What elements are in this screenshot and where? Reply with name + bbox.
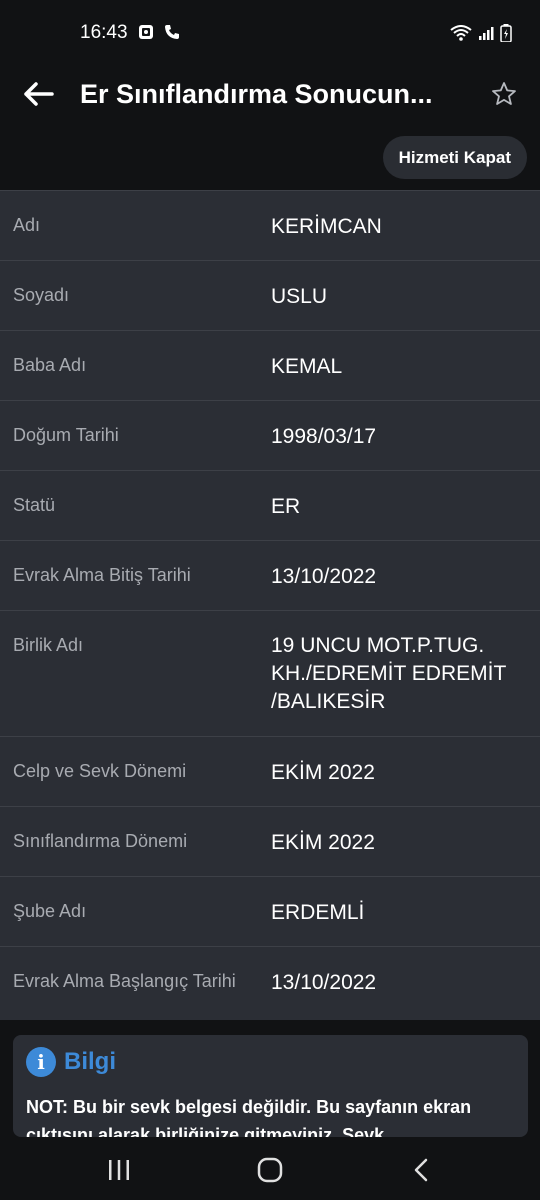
app-bar: Er Sınıflandırma Sonucun... <box>0 66 540 126</box>
info-value: KERİMCAN <box>271 215 382 238</box>
info-icon: i <box>26 1047 56 1077</box>
info-label: Adı <box>13 215 41 235</box>
info-value: 13/10/2022 <box>271 565 377 588</box>
info-value: 19 UNCU MOT.P.TUG. KH./EDREMİT EDREMİT /… <box>271 634 506 713</box>
home-icon <box>257 1157 283 1183</box>
info-row-status: Statü ER <box>0 471 540 541</box>
info-row-document-end-date: Evrak Alma Bitiş Tarihi 13/10/2022 <box>0 541 540 611</box>
info-label: Statü <box>13 495 56 515</box>
info-label: Evrak Alma Bitiş Tarihi <box>13 565 191 585</box>
action-row: Hizmeti Kapat <box>0 126 540 190</box>
info-row-birth-date: Doğum Tarihi 1998/03/17 <box>0 401 540 471</box>
info-value: USLU <box>271 285 328 308</box>
chevron-left-icon <box>414 1158 428 1182</box>
wifi-icon <box>450 25 472 46</box>
info-label: Doğum Tarihi <box>13 425 119 445</box>
arrow-left-icon <box>24 82 54 106</box>
info-row-name: Adı KERİMCAN <box>0 191 540 261</box>
phone-icon <box>164 24 180 45</box>
close-service-button[interactable]: Hizmeti Kapat <box>382 136 527 179</box>
info-value: 1998/03/17 <box>271 425 377 448</box>
info-row-father-name: Baba Adı KEMAL <box>0 331 540 401</box>
info-card-title: Bilgi <box>64 1048 116 1075</box>
page-title: Er Sınıflandırma Sonucun... <box>80 79 433 109</box>
info-card: i Bilgi NOT: Bu bir sevk belgesi değildi… <box>13 1035 528 1137</box>
info-label: Birlik Adı <box>13 635 84 655</box>
info-value: ER <box>271 495 301 518</box>
info-value: KEMAL <box>271 355 343 378</box>
navigation-bar <box>0 1137 540 1200</box>
info-label: Soyadı <box>13 285 70 305</box>
star-outline-icon <box>492 82 516 105</box>
signal-icon <box>478 25 494 46</box>
info-value: ERDEMLİ <box>271 901 365 924</box>
info-value: EKİM 2022 <box>271 831 375 854</box>
info-label: Şube Adı <box>13 901 87 921</box>
info-value: EKİM 2022 <box>271 761 375 784</box>
info-row-call-period: Celp ve Sevk Dönemi EKİM 2022 <box>0 737 540 807</box>
info-label: Sınıflandırma Dönemi <box>13 831 188 851</box>
favorite-button[interactable] <box>484 74 524 114</box>
back-button[interactable] <box>18 74 58 114</box>
status-time: 16:43 <box>80 22 128 43</box>
info-row-branch-name: Şube Adı ERDEMLİ <box>0 877 540 947</box>
info-row-surname: Soyadı USLU <box>0 261 540 331</box>
recent-apps-icon <box>109 1160 129 1180</box>
screenshot-icon <box>138 24 154 45</box>
info-card-text: NOT: Bu bir sevk belgesi değildir. Bu sa… <box>26 1097 472 1137</box>
home-button[interactable] <box>240 1150 300 1190</box>
info-row-classification-period: Sınıflandırma Dönemi EKİM 2022 <box>0 807 540 877</box>
nav-back-button[interactable] <box>391 1150 451 1190</box>
info-label: Baba Adı <box>13 355 87 375</box>
info-label: Celp ve Sevk Dönemi <box>13 761 187 781</box>
battery-icon <box>500 24 512 47</box>
info-row-unit-name: Birlik Adı 19 UNCU MOT.P.TUG. KH./EDREMİ… <box>0 611 540 737</box>
info-table: Adı KERİMCAN Soyadı USLU Baba Adı KEMAL … <box>0 190 540 1037</box>
recent-apps-button[interactable] <box>89 1150 149 1190</box>
status-bar: 16:43 <box>0 0 540 66</box>
